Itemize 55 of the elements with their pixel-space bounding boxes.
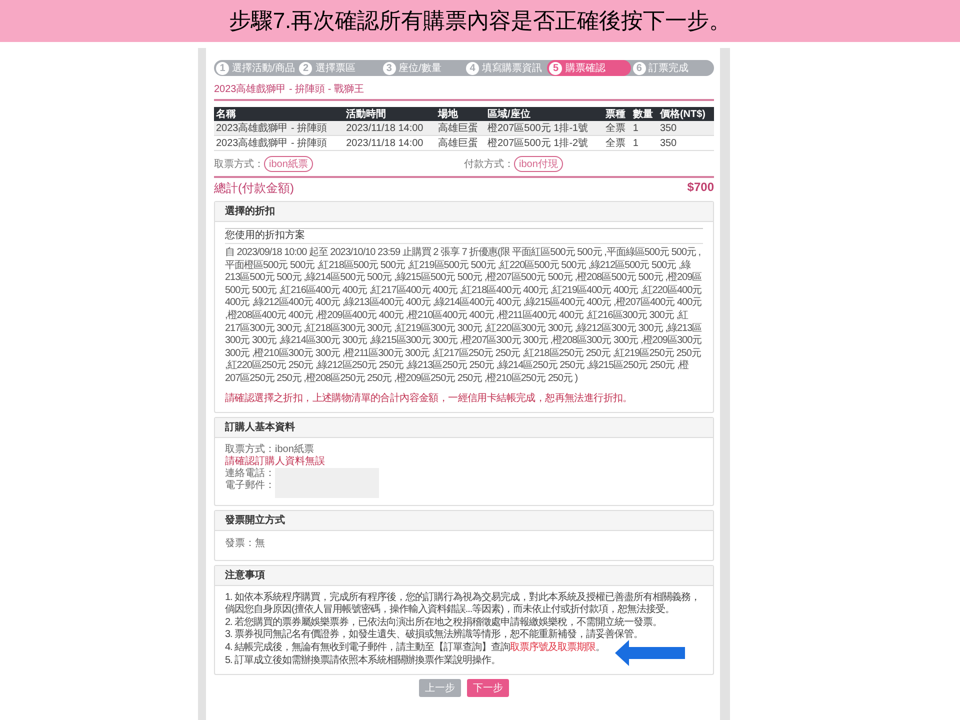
- field-label: 連絡電話：: [225, 468, 275, 480]
- table-cell: 350: [658, 121, 714, 136]
- panel-heading: 發票開立方式: [225, 514, 285, 526]
- column-header: 場地: [436, 107, 486, 121]
- panel-heading: 訂購人基本資料: [225, 422, 295, 433]
- total-label: 總計(付款金額): [214, 180, 294, 197]
- table-cell: 1: [630, 136, 658, 150]
- table-cell: 全票: [604, 136, 631, 150]
- field-label: 電子郵件：: [225, 480, 275, 492]
- event-title: 2023高雄戲獅甲 - 拚陣頭 - 戰獅王: [214, 82, 714, 101]
- step: 5 購票確認: [547, 60, 631, 76]
- column-header: 區域/座位: [486, 107, 604, 121]
- step-button[interactable]: 上一步: [419, 679, 461, 698]
- pickup-tag: ibon紙票: [264, 156, 313, 172]
- table-cell: 2023/11/18 14:00: [344, 136, 436, 150]
- discount-warning: 請確認選擇之折扣，上述購物清單的合計內容金額，一經信用卡結帳完成，恕再無法進行折扣。: [225, 392, 634, 405]
- payment-label: 付款方式：: [464, 158, 514, 171]
- total-amount: $700: [687, 180, 714, 196]
- panel-heading: 選擇的折扣: [225, 206, 275, 217]
- buyer-warning: 請確認訂購人資料無誤: [225, 456, 326, 468]
- panel-heading: 注意事項: [225, 570, 265, 581]
- slide-title: 步驟7.再次確認所有購票內容是否正確後按下一步。: [0, 0, 960, 42]
- step-button[interactable]: 下一步: [467, 679, 509, 698]
- table-cell: 2023高雄戲獅甲 - 拚陣頭: [214, 121, 344, 136]
- callout-arrow: [615, 640, 685, 666]
- step: 2 選擇票區: [297, 60, 381, 76]
- table-cell: 橙207區500元 1排-2號: [486, 136, 604, 150]
- column-header: 活動時間: [344, 107, 436, 121]
- table-cell: 橙207區500元 1排-1號: [486, 121, 604, 136]
- discount-description: 自 2023/09/18 10:00 起至 2023/10/10 23:59 止購買 2 張享 7 折優惠(限 平面紅區500元 500元 ,平面綠區500元 500元 ,平面橙區500元 500元 ,紅218區500元 500元 ,紅219區500元 500元 ,紅220區500元 500元 ,綠212區500元 500元 ,綠213區500元 500元 ,綠214區500元 500元 ,綠215區500元 500元 ,橙207區500元 500元 ,橙208區500元 500元 ,橙209區500元 500元 ,紅216區400元 400元 ,紅217區400元 400元 ,紅218區400元 400元 ,紅219區400元 400元 ,紅220區400元 400元 ,綠212區400元 400元 ,綠213區400元 400元 ,綠214區400元 400元 ,綠215區400元 400元 ,橙207區400元 400元 ,橙208區400元 400元 ,橙209區400元 400元 ,橙210區400元 400元 ,橙211區400元 400元 ,紅216區300元 300元 ,紅217區300元 300元 ,紅218區300元 300元 ,紅219區300元 300元 ,紅220區300元 300元 ,綠212區300元 300元 ,綠213區300元 300元 ,綠214區300元 300元 ,綠215區300元 300元 ,橙207區300元 300元 ,橙208區300元 300元 ,橙209區300元 300元 ,橙210區300元 300元 ,橙211區300元 300元 ,紅217區250元 250元 ,紅218區250元 250元 ,紅219區250元 250元 ,紅220區250元 250元 ,綠212區250元 250元 ,綠213區250元 250元 ,綠214區250元 250元 ,綠215區250元 250元 ,橙207區250元 250元 ,橙208區250元 250元 ,橙209區250元 250元 ,橙210區250元 250元 ): [225, 247, 703, 386]
- note-item: 5. 訂單成立後如需辦換票請依照本系統相關辦換票作業說明操作。: [225, 654, 502, 668]
- note-item: 1. 如依本系統程序購買，完成所有程序後，您的訂購行為視為交易完成，對此本系統及授權已善盡所有相關義務，倘因您自身原因(擅依人冒用帳號密碼，操作輸入資料錯誤...等因素)，而未依止付或折付款項，恕無法接受。: [225, 592, 702, 616]
- step: 3 座位/數量: [380, 60, 464, 76]
- note-item: 4. 結帳完成後，無論有無收到電子郵件，請主動至【訂單查詢】查詢取票序號及取票期限。: [225, 642, 606, 654]
- column-header: 數量: [630, 107, 658, 121]
- column-header: 票種: [604, 107, 631, 121]
- step: 1 選擇活動/商品: [214, 60, 298, 76]
- table-cell: 2023高雄戲獅甲 - 拚陣頭: [214, 136, 344, 150]
- table-cell: 高雄巨蛋: [436, 136, 486, 150]
- step: 6 訂票完成: [630, 60, 714, 76]
- step: 4 填寫購票資訊: [464, 60, 548, 76]
- note-item: 2. 若您購買的票券屬娛樂票券，已依法向演出所在地之稅捐稽徵處申請報繳娛樂稅，不需開立統一發票。: [225, 616, 664, 628]
- pickup-label: 取票方式：: [214, 158, 264, 171]
- discount-subheading: 您使用的折扣方案: [225, 228, 703, 244]
- column-header: 價格(NT$): [658, 107, 714, 121]
- note-item: 3. 票券視同無記名有價證券，如發生遺失、破損或無法辨識等情形，恕不能重新補發，請妥善保管。: [225, 629, 644, 642]
- table-cell: 全票: [604, 121, 631, 136]
- table-cell: 350: [658, 136, 714, 150]
- table-cell: 2023/11/18 14:00: [344, 121, 436, 136]
- column-header: 名稱: [214, 107, 344, 121]
- payment-tag: ibon付現: [514, 156, 563, 172]
- pickup-method-text: 取票方式：ibon紙票: [225, 444, 315, 456]
- invoice-text: 發票：無: [225, 538, 266, 550]
- table-cell: 高雄巨蛋: [436, 121, 486, 136]
- table-cell: 1: [630, 121, 658, 136]
